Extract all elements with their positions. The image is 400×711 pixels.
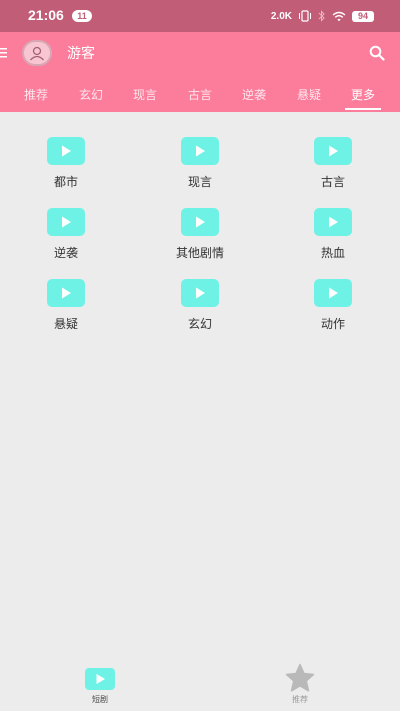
star-icon — [285, 663, 315, 692]
vibrate-icon — [299, 10, 311, 22]
nav-label-recommend: 推荐 — [292, 695, 308, 704]
notification-badge: 11 — [72, 10, 92, 22]
tab-fantasy[interactable]: 玄幻 — [71, 87, 111, 103]
play-button[interactable] — [47, 137, 85, 165]
tab-comeback[interactable]: 逆袭 — [234, 87, 274, 103]
bottom-navigation: 短剧 推荐 — [0, 655, 400, 711]
play-button[interactable] — [181, 137, 219, 165]
status-bar: 21:06 11 2.0K 94 — [0, 0, 400, 32]
username-label[interactable]: 游客 — [67, 45, 95, 63]
category-label: 动作 — [320, 317, 345, 331]
category-tabs: 推荐 玄幻 现言 古言 逆袭 悬疑 更多 — [0, 80, 400, 112]
play-button[interactable] — [181, 208, 219, 236]
category-label: 都市 — [53, 175, 78, 189]
category-grid: 都市 现言 古言 逆袭 其他剧情 热血 悬疑 玄幻 动作 — [0, 112, 400, 362]
bluetooth-icon — [318, 10, 325, 22]
play-button[interactable] — [314, 279, 352, 307]
play-icon — [85, 668, 115, 690]
play-button[interactable] — [47, 208, 85, 236]
category-item[interactable]: 玄幻 — [160, 279, 240, 339]
nav-item-short-drama[interactable]: 短剧 — [60, 655, 140, 711]
category-label: 热血 — [320, 246, 345, 260]
status-indicators: 2.0K 94 — [271, 9, 374, 23]
network-speed: 2.0K — [270, 10, 292, 22]
play-icon — [62, 145, 71, 157]
avatar[interactable] — [22, 40, 52, 66]
play-icon — [196, 216, 205, 228]
wifi-icon — [332, 11, 346, 21]
play-button[interactable] — [47, 279, 85, 307]
category-label: 玄幻 — [187, 317, 212, 331]
search-icon[interactable] — [369, 45, 385, 61]
play-icon — [196, 145, 205, 157]
play-icon — [329, 145, 338, 157]
active-tab-indicator — [345, 108, 381, 110]
category-item[interactable]: 悬疑 — [26, 279, 106, 339]
tab-suspense[interactable]: 悬疑 — [289, 87, 329, 103]
category-item[interactable]: 都市 — [26, 137, 106, 197]
user-icon — [30, 46, 44, 61]
category-label: 现言 — [187, 175, 212, 189]
menu-icon[interactable] — [0, 47, 10, 59]
play-button[interactable] — [181, 279, 219, 307]
category-item[interactable]: 其他剧情 — [160, 208, 240, 268]
category-item[interactable]: 现言 — [160, 137, 240, 197]
category-item[interactable]: 动作 — [293, 279, 373, 339]
play-icon — [62, 287, 71, 299]
nav-label-short-drama: 短剧 — [92, 695, 108, 704]
category-item[interactable]: 逆袭 — [26, 208, 106, 268]
category-label: 古言 — [320, 175, 345, 189]
play-icon — [329, 216, 338, 228]
play-icon — [62, 216, 71, 228]
status-time: 21:06 — [28, 7, 64, 23]
category-label: 悬疑 — [53, 317, 78, 331]
category-item[interactable]: 热血 — [293, 208, 373, 268]
category-label: 其他剧情 — [175, 246, 224, 260]
category-item[interactable]: 古言 — [293, 137, 373, 197]
tab-modern-romance[interactable]: 现言 — [125, 87, 165, 103]
tab-more[interactable]: 更多 — [343, 87, 383, 103]
play-button[interactable] — [314, 137, 352, 165]
battery-level: 94 — [352, 10, 374, 22]
tab-ancient-romance[interactable]: 古言 — [180, 87, 220, 103]
nav-item-recommend[interactable]: 推荐 — [260, 655, 340, 711]
play-icon — [329, 287, 338, 299]
tab-recommend[interactable]: 推荐 — [16, 87, 56, 103]
play-button[interactable] — [314, 208, 352, 236]
app-header: 游客 推荐 玄幻 现言 古言 逆袭 悬疑 更多 — [0, 32, 400, 112]
play-icon — [196, 287, 205, 299]
category-label: 逆袭 — [53, 246, 78, 260]
